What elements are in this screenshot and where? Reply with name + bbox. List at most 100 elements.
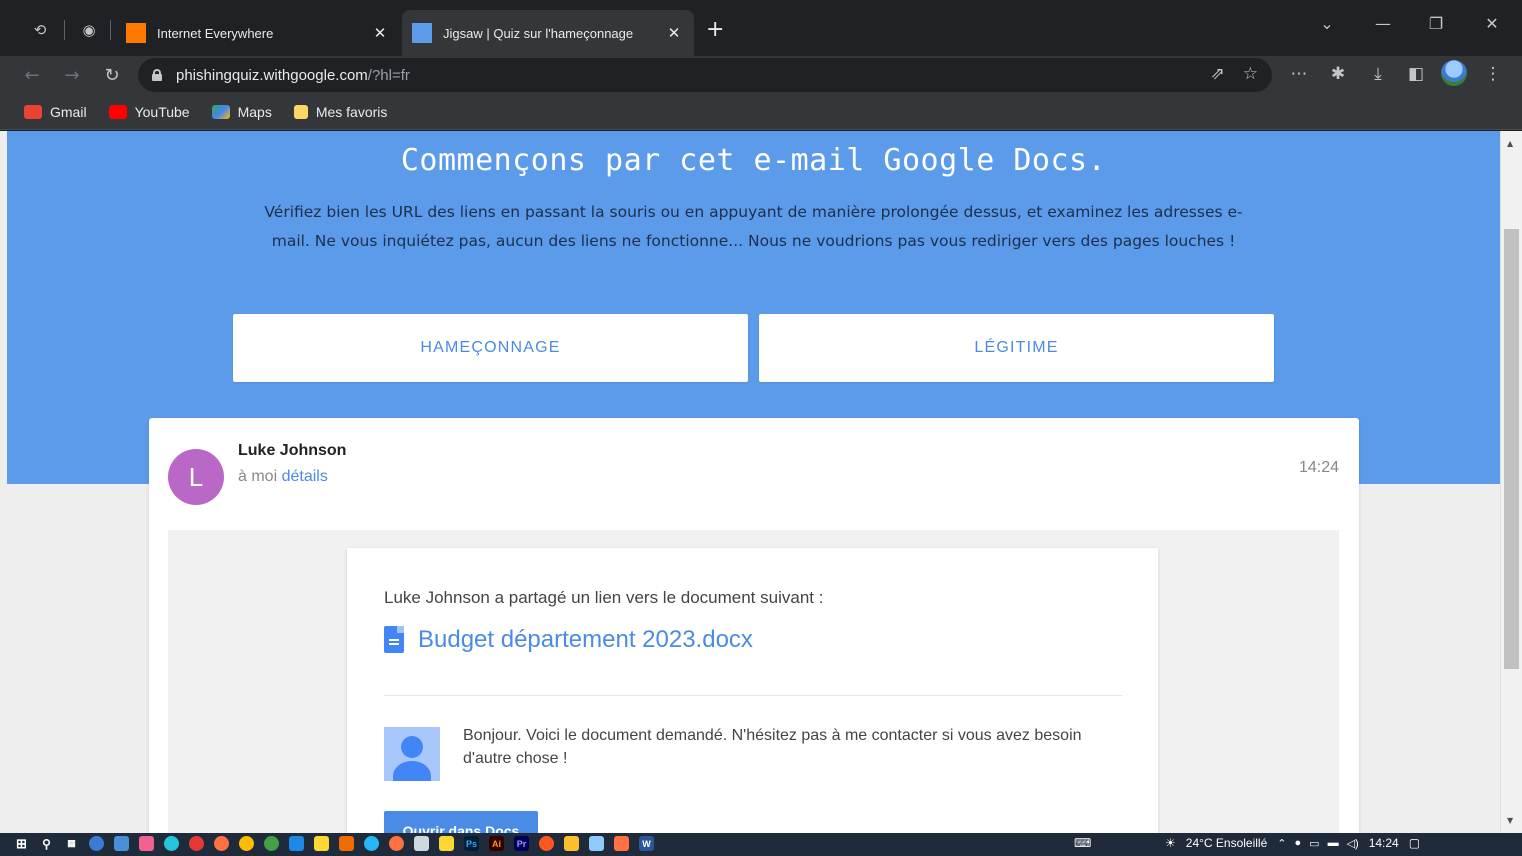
illustrator-icon[interactable]: Ai bbox=[489, 836, 504, 851]
restore-icon[interactable]: ❐ bbox=[1421, 14, 1451, 33]
tray-app-icon[interactable]: ● bbox=[1295, 837, 1302, 850]
task-view-icon[interactable]: ▦ bbox=[64, 836, 79, 851]
vscode-icon[interactable] bbox=[289, 836, 304, 851]
back-arrow-icon[interactable]: ← bbox=[19, 62, 45, 88]
side-panel-icon[interactable]: ◧ bbox=[1405, 64, 1427, 84]
details-link[interactable]: détails bbox=[282, 468, 328, 485]
new-tab-plus-icon[interactable]: + bbox=[706, 18, 724, 42]
app-icon[interactable] bbox=[314, 836, 329, 851]
firefox-icon[interactable] bbox=[214, 836, 229, 851]
legitimate-button[interactable]: LÉGITIME bbox=[759, 314, 1274, 382]
menu-kebab-icon[interactable]: ⋮ bbox=[1482, 64, 1504, 84]
lock-icon[interactable] bbox=[152, 69, 162, 81]
close-window-icon[interactable]: ✕ bbox=[1477, 14, 1507, 33]
history-icon[interactable]: ⟲ bbox=[28, 18, 52, 42]
recipient-text: à moi bbox=[238, 468, 282, 485]
weather-text[interactable]: 24°C Ensoleillé bbox=[1186, 836, 1268, 850]
scrollbar[interactable]: ▲ ▼ bbox=[1500, 131, 1522, 833]
clock[interactable]: 14:24 bbox=[1369, 836, 1399, 850]
app-icon[interactable] bbox=[164, 836, 179, 851]
gmail-icon bbox=[24, 104, 42, 119]
jigsaw-favicon-icon bbox=[412, 23, 432, 43]
forward-arrow-icon[interactable]: → bbox=[59, 62, 85, 88]
document-link[interactable]: Budget département 2023.docx bbox=[418, 626, 753, 654]
google-docs-icon bbox=[384, 626, 404, 653]
email-time: 14:24 bbox=[1298, 459, 1339, 476]
tab-title: Jigsaw | Quiz sur l'hameçonnage bbox=[443, 25, 634, 41]
app-icon[interactable] bbox=[264, 836, 279, 851]
reload-icon[interactable]: ↻ bbox=[99, 62, 125, 88]
profile-avatar[interactable] bbox=[1441, 60, 1467, 86]
app-icon[interactable] bbox=[114, 836, 129, 851]
app-icon[interactable] bbox=[389, 836, 404, 851]
app-icon[interactable] bbox=[139, 836, 154, 851]
share-card: Luke Johnson a partagé un lien vers le d… bbox=[347, 548, 1158, 833]
bookmark-youtube[interactable]: YouTube bbox=[108, 103, 190, 120]
bookmark-gmail[interactable]: Gmail bbox=[24, 104, 87, 120]
tab-strip: ⟲ ◉ Internet Everywhere ✕ Jigsaw | Quiz … bbox=[0, 0, 1522, 56]
premiere-icon[interactable]: Pr bbox=[514, 836, 529, 851]
app-icon[interactable] bbox=[614, 836, 629, 851]
tab-internet-everywhere[interactable]: Internet Everywhere ✕ bbox=[116, 10, 400, 56]
bookmark-label: Mes favoris bbox=[315, 103, 388, 120]
app-icon[interactable] bbox=[89, 836, 104, 851]
close-icon[interactable]: ✕ bbox=[370, 24, 390, 42]
search-icon[interactable]: ⚲ bbox=[39, 836, 54, 851]
bookmark-mes-favoris[interactable]: Mes favoris bbox=[293, 103, 388, 120]
tab-search-chevron-icon[interactable]: ⌄ bbox=[1312, 14, 1342, 33]
page-title: Commençons par cet e-mail Google Docs. bbox=[400, 143, 1107, 178]
address-bar[interactable]: phishingquiz.withgoogle.com/?hl=fr ⇗ ☆ bbox=[138, 58, 1272, 92]
extensions-puzzle-icon[interactable]: ✱ bbox=[1327, 64, 1349, 84]
person-placeholder-icon bbox=[384, 727, 440, 781]
battery-icon[interactable]: ▬ bbox=[1328, 837, 1339, 850]
app-icon[interactable] bbox=[539, 836, 554, 851]
volume-icon[interactable]: ◁) bbox=[1347, 837, 1359, 850]
tab-title: Internet Everywhere bbox=[157, 25, 274, 41]
page-viewport: Commençons par cet e-mail Google Docs. V… bbox=[0, 131, 1522, 833]
app-icon[interactable] bbox=[339, 836, 354, 851]
url-path: /?hl=fr bbox=[367, 66, 410, 84]
extension-dots-icon[interactable]: ⋯ bbox=[1288, 64, 1310, 84]
windows-taskbar: ⊞ ⚲ ▦ Ps Ai Pr W ⌨ ☀ 24°C Ensoleillé ⌃ ● bbox=[0, 833, 1522, 856]
divider bbox=[384, 695, 1122, 696]
email-body: Luke Johnson a partagé un lien vers le d… bbox=[168, 530, 1339, 833]
bookmark-label: YouTube bbox=[134, 103, 190, 120]
windows-start-icon[interactable]: ⊞ bbox=[14, 836, 29, 851]
scrollbar-thumb[interactable] bbox=[1504, 229, 1519, 669]
notifications-icon[interactable]: ▢ bbox=[1409, 836, 1420, 850]
download-icon[interactable]: ⤓ bbox=[1367, 64, 1389, 84]
scroll-up-icon[interactable]: ▲ bbox=[1507, 139, 1513, 148]
tab-jigsaw-quiz[interactable]: Jigsaw | Quiz sur l'hameçonnage ✕ bbox=[402, 10, 694, 56]
network-icon[interactable]: ▭ bbox=[1309, 837, 1319, 850]
photoshop-icon[interactable]: Ps bbox=[464, 836, 479, 851]
weather-icon: ☀ bbox=[1165, 836, 1176, 850]
file-explorer-icon[interactable] bbox=[564, 836, 579, 851]
app-icon[interactable] bbox=[439, 836, 454, 851]
system-tray: ☀ 24°C Ensoleillé ⌃ ● ▭ ▬ ◁) 14:24 ▢ bbox=[1165, 836, 1420, 850]
app-icon[interactable] bbox=[364, 836, 379, 851]
photos-icon[interactable] bbox=[589, 836, 604, 851]
scroll-down-icon[interactable]: ▼ bbox=[1507, 816, 1513, 825]
bookmarks-bar: Gmail YouTube Maps Mes favoris bbox=[0, 94, 1522, 130]
globe-icon[interactable]: ◉ bbox=[77, 18, 101, 42]
orange-favicon-icon bbox=[126, 23, 146, 43]
open-in-docs-button[interactable]: Ouvrir dans Docs bbox=[384, 811, 538, 833]
phishing-button[interactable]: HAMEÇONNAGE bbox=[233, 314, 748, 382]
chevron-up-icon[interactable]: ⌃ bbox=[1277, 837, 1286, 850]
keyboard-icon[interactable]: ⌨ bbox=[1074, 836, 1091, 850]
minimize-icon[interactable]: — bbox=[1368, 14, 1398, 33]
bookmark-star-icon[interactable]: ☆ bbox=[1243, 64, 1258, 84]
close-icon[interactable]: ✕ bbox=[664, 24, 684, 42]
bookmark-maps[interactable]: Maps bbox=[211, 103, 272, 120]
bookmark-label: Maps bbox=[237, 103, 272, 120]
maps-icon bbox=[211, 104, 230, 119]
chrome-icon[interactable] bbox=[239, 836, 254, 851]
opera-icon[interactable] bbox=[189, 836, 204, 851]
intro-text: Vérifiez bien les URL des liens en passa… bbox=[264, 203, 1243, 250]
word-icon[interactable]: W bbox=[639, 836, 654, 851]
share-icon[interactable]: ⇗ bbox=[1211, 64, 1225, 84]
sender-name: Luke Johnson bbox=[238, 442, 347, 459]
tab-separator bbox=[110, 20, 111, 40]
youtube-icon bbox=[108, 104, 127, 119]
app-icon[interactable] bbox=[414, 836, 429, 851]
